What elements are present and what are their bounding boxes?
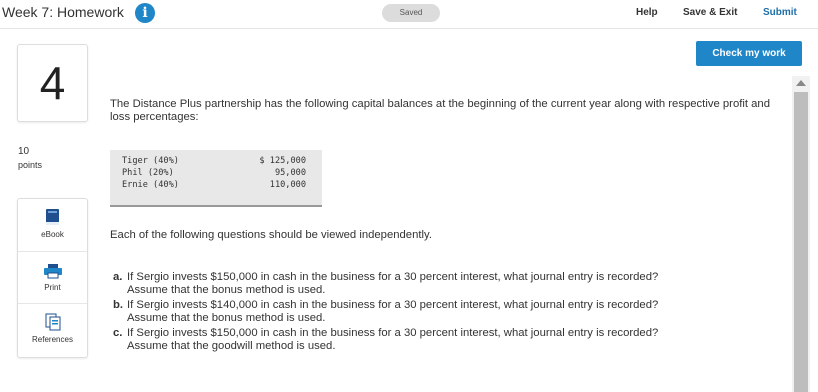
capital-balances-table: Tiger (40%) $ 125,000 Phil (20%) 95,000 …	[110, 150, 322, 207]
info-icon[interactable]: i	[135, 3, 155, 23]
tools-panel: eBook Print References	[17, 198, 88, 358]
submit-link[interactable]: Submit	[763, 7, 797, 18]
references-icon	[45, 313, 61, 331]
part-letter: a.	[113, 271, 123, 283]
references-button[interactable]: References	[18, 303, 87, 356]
table-row: Tiger (40%) $ 125,000	[122, 156, 312, 168]
capital-amount: $ 125,000	[259, 156, 306, 166]
points-value: 10	[18, 146, 30, 157]
question-number: 4	[17, 44, 88, 122]
print-button[interactable]: Print	[18, 251, 87, 304]
partner-name: Phil (20%)	[122, 168, 174, 178]
assignment-title: Week 7: Homework	[2, 4, 124, 20]
ebook-button[interactable]: eBook	[18, 199, 87, 251]
ebook-label: eBook	[41, 230, 64, 239]
partner-name: Ernie (40%)	[122, 180, 179, 190]
table-row: Phil (20%) 95,000	[122, 168, 312, 180]
saved-status-badge: Saved	[382, 4, 440, 22]
capital-amount: 95,000	[274, 168, 306, 178]
help-link[interactable]: Help	[636, 7, 658, 18]
check-my-work-button[interactable]: Check my work	[696, 41, 802, 66]
part-letter: c.	[113, 327, 123, 339]
references-label: References	[32, 335, 73, 344]
scrollbar-thumb[interactable]	[794, 92, 808, 392]
question-part-b: b. If Sergio invests $140,000 in cash in…	[113, 299, 773, 325]
part-text: If Sergio invests $140,000 in cash in th…	[127, 299, 659, 311]
top-bar: Week 7: Homework i Saved Help Save & Exi…	[0, 0, 818, 29]
part-letter: b.	[113, 299, 124, 311]
question-part-a: a. If Sergio invests $150,000 in cash in…	[113, 271, 773, 297]
part-method: Assume that the bonus method is used.	[127, 284, 326, 296]
part-text: If Sergio invests $150,000 in cash in th…	[127, 271, 659, 283]
capital-amount: 110,000	[269, 180, 306, 190]
question-parts: a. If Sergio invests $150,000 in cash in…	[113, 271, 773, 355]
part-text: If Sergio invests $150,000 in cash in th…	[127, 327, 659, 339]
question-part-c: c. If Sergio invests $150,000 in cash in…	[113, 327, 773, 353]
part-method: Assume that the bonus method is used.	[127, 312, 326, 324]
printer-icon	[44, 264, 62, 279]
independent-note: Each of the following questions should b…	[110, 229, 432, 241]
question-prompt: The Distance Plus partnership has the fo…	[110, 98, 771, 123]
scroll-up-arrow-icon[interactable]	[796, 80, 806, 86]
points-label: points	[18, 160, 43, 170]
book-icon	[46, 209, 59, 225]
save-exit-link[interactable]: Save & Exit	[683, 7, 737, 18]
print-label: Print	[44, 283, 61, 292]
part-method: Assume that the goodwill method is used.	[127, 340, 336, 352]
table-row: Ernie (40%) 110,000	[122, 180, 312, 192]
partner-name: Tiger (40%)	[122, 156, 179, 166]
